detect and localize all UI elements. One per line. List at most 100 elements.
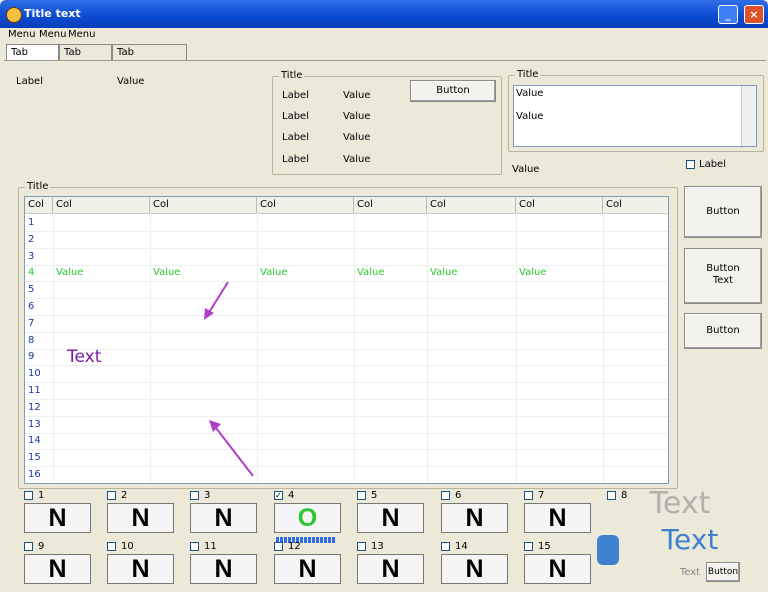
table-row[interactable]: 13 bbox=[25, 416, 668, 434]
col-device[interactable]: Col bbox=[25, 197, 53, 213]
table-row[interactable]: 14 bbox=[25, 432, 668, 451]
slot-number: 13 bbox=[371, 541, 384, 552]
col-error-code[interactable]: Col bbox=[603, 197, 668, 213]
devices-title: Title bbox=[25, 181, 51, 192]
slot-status-indicator[interactable]: N bbox=[524, 503, 591, 533]
row-number: 1 bbox=[28, 217, 35, 228]
table-row[interactable]: 11 bbox=[25, 382, 668, 400]
tab-production-settings[interactable]: Tab bbox=[59, 44, 112, 60]
slot-checkbox[interactable] bbox=[24, 542, 33, 551]
col-serial[interactable]: Col bbox=[257, 197, 354, 213]
slot-checkbox[interactable] bbox=[441, 542, 450, 551]
col-bad-blocks[interactable]: Col bbox=[427, 197, 516, 213]
slot-number: 14 bbox=[455, 541, 468, 552]
slot-checkbox[interactable] bbox=[24, 491, 33, 500]
fail-value: Value bbox=[343, 154, 371, 165]
slot-status-indicator[interactable]: N bbox=[24, 554, 91, 584]
slot-checkbox[interactable] bbox=[274, 542, 283, 551]
table-row[interactable]: 6 bbox=[25, 298, 668, 316]
tab-production-test[interactable]: Tab bbox=[6, 44, 59, 60]
slot-status-indicator[interactable]: N bbox=[357, 554, 424, 584]
table-row[interactable]: 7 bbox=[25, 315, 668, 333]
slot-number: 11 bbox=[204, 541, 217, 552]
slot-checkbox[interactable]: ✓ bbox=[274, 491, 283, 500]
firmware-scrollbar[interactable] bbox=[741, 86, 756, 146]
slot-checkbox[interactable] bbox=[524, 491, 533, 500]
search-device-button[interactable]: Button bbox=[684, 186, 762, 238]
row-number: 7 bbox=[28, 317, 35, 329]
slot-status-indicator[interactable]: N bbox=[441, 503, 508, 533]
slot-status-indicator[interactable]: N bbox=[24, 503, 91, 533]
table-row[interactable]: 15 bbox=[25, 449, 668, 468]
slot-success-indicator[interactable]: O bbox=[274, 503, 341, 533]
col-status[interactable]: Col bbox=[150, 197, 257, 213]
slot-mark: N bbox=[131, 504, 150, 532]
row-number: 9 bbox=[28, 351, 35, 363]
counter-title: Title bbox=[279, 70, 305, 81]
slot-checkbox[interactable] bbox=[357, 542, 366, 551]
fail-label: Label bbox=[282, 154, 309, 165]
slot-status-indicator[interactable]: N bbox=[441, 554, 508, 584]
slot-status-indicator[interactable]: N bbox=[357, 503, 424, 533]
slot-status-indicator[interactable]: N bbox=[107, 503, 174, 533]
menu-settings[interactable]: Menu bbox=[39, 29, 66, 40]
slot-checkbox[interactable] bbox=[107, 542, 116, 551]
row-number: 3 bbox=[28, 250, 35, 262]
row-number: 16 bbox=[28, 469, 41, 480]
table-row[interactable]: 16 bbox=[25, 466, 668, 483]
annotation-text: Text bbox=[67, 347, 102, 367]
row-number: 12 bbox=[28, 401, 41, 413]
success-label: Label bbox=[282, 132, 309, 143]
slot-status-indicator[interactable]: N bbox=[274, 554, 341, 584]
close-button[interactable]: × bbox=[744, 5, 764, 24]
title-bar[interactable]: Title text _ × bbox=[0, 0, 768, 28]
table-row[interactable]: 9 bbox=[25, 348, 668, 367]
start-label: Button bbox=[706, 263, 740, 274]
table-row[interactable]: 5 bbox=[25, 281, 668, 300]
watermark-line3: Text bbox=[679, 567, 700, 578]
table-row[interactable]: 12 bbox=[25, 399, 668, 417]
watermark-line1: Text bbox=[649, 487, 711, 521]
timing-mode-checkbox[interactable] bbox=[686, 160, 695, 169]
slot-mark: N bbox=[548, 555, 567, 583]
slot-status-indicator[interactable]: N bbox=[190, 503, 257, 533]
firmware-textbox[interactable]: Value Value bbox=[513, 85, 757, 147]
start-sublabel: Text bbox=[712, 275, 734, 286]
table-row[interactable]: 3 bbox=[25, 248, 668, 266]
slot-number: 3 bbox=[204, 490, 211, 501]
table-row[interactable]: 2 bbox=[25, 231, 668, 249]
col-capacity[interactable]: Col bbox=[354, 197, 427, 213]
timing-mode-label: Label bbox=[699, 159, 726, 170]
menu-help[interactable]: Menu bbox=[68, 29, 95, 40]
row-number: 4 bbox=[28, 267, 35, 279]
leave-button[interactable]: Button bbox=[706, 562, 740, 582]
device-table[interactable]: Col Col Col Col Col Col Col Col 1 2 3 4 Valu… bbox=[24, 196, 669, 484]
slot-number: 9 bbox=[38, 541, 45, 552]
slot-checkbox[interactable] bbox=[190, 491, 199, 500]
table-row[interactable]: 4 Value Value Value Value Value Value bbox=[25, 264, 668, 283]
slot-checkbox[interactable] bbox=[190, 542, 199, 551]
slot-checkbox[interactable] bbox=[357, 491, 366, 500]
slot-status-indicator[interactable]: N bbox=[107, 554, 174, 584]
start-button[interactable]: Button Text bbox=[684, 248, 762, 304]
col-vendor[interactable]: Col bbox=[516, 197, 603, 213]
slot-number: 1 bbox=[38, 490, 45, 501]
slot-mark: N bbox=[48, 504, 67, 532]
slot-number: 7 bbox=[538, 490, 545, 501]
slot-checkbox[interactable] bbox=[107, 491, 116, 500]
slot-checkbox[interactable] bbox=[441, 491, 450, 500]
minimize-button[interactable]: _ bbox=[718, 5, 738, 24]
table-row[interactable]: 1 bbox=[25, 214, 668, 232]
table-row[interactable]: 10 bbox=[25, 365, 668, 384]
stop-button[interactable]: Button bbox=[684, 313, 762, 349]
slot-mark: N bbox=[214, 555, 233, 583]
table-row[interactable]: 8 bbox=[25, 332, 668, 350]
reset-counter-button[interactable]: Button bbox=[410, 80, 496, 102]
col-id[interactable]: Col bbox=[53, 197, 150, 213]
menu-function[interactable]: Menu bbox=[8, 29, 35, 40]
tab-product-info[interactable]: Tab bbox=[112, 44, 187, 60]
slot-status-indicator[interactable]: N bbox=[190, 554, 257, 584]
slot-status-indicator[interactable]: N bbox=[524, 554, 591, 584]
slot-number: 5 bbox=[371, 490, 378, 501]
slot-checkbox[interactable] bbox=[524, 542, 533, 551]
